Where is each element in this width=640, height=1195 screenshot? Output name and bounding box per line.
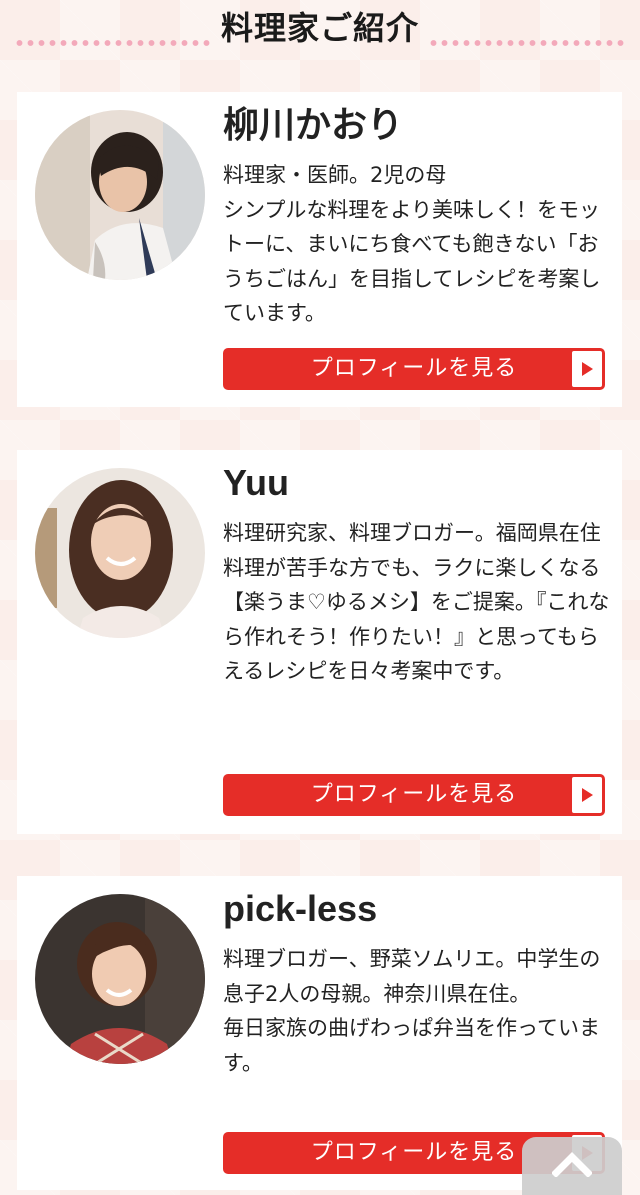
cook-name: Yuu: [223, 462, 290, 503]
view-profile-button[interactable]: プロフィールを見る: [223, 774, 605, 816]
cook-card: Yuu 料理研究家、料理ブロガー。福岡県在住 料理が苦手な方でも、ラクに楽しくな…: [17, 450, 622, 834]
cook-card: 柳川かおり 料理家・医師。2児の母 シンプルな料理をより美味しく！をモットーに、…: [17, 92, 622, 407]
play-arrow-icon: [572, 777, 602, 813]
view-profile-button-label: プロフィールを見る: [310, 782, 518, 807]
cook-avatar-photo: [35, 468, 205, 638]
cook-bio: 料理ブロガー、野菜ソムリエ。中学生の息子2人の母親。神奈川県在住。 毎日家族の曲…: [223, 947, 601, 1075]
cook-bio: 料理家・医師。2児の母 シンプルな料理をより美味しく！をモットーに、まいにち食べ…: [223, 163, 601, 325]
chevron-up-icon: [552, 1152, 592, 1177]
scroll-to-top-button[interactable]: [522, 1137, 622, 1195]
cook-name: 柳川かおり: [223, 104, 404, 145]
cook-name: pick-less: [223, 888, 378, 929]
cook-avatar-photo: [35, 110, 205, 280]
play-arrow-icon: [572, 351, 602, 387]
cook-bio: 料理研究家、料理ブロガー。福岡県在住 料理が苦手な方でも、ラクに楽しくなる【楽う…: [223, 521, 610, 683]
view-profile-button-label: プロフィールを見る: [310, 356, 518, 381]
title-decoration-right: [428, 36, 624, 50]
cook-avatar-photo: [35, 894, 205, 1064]
page-header: 料理家ご紹介: [0, 0, 640, 62]
view-profile-button[interactable]: プロフィールを見る: [223, 348, 605, 390]
